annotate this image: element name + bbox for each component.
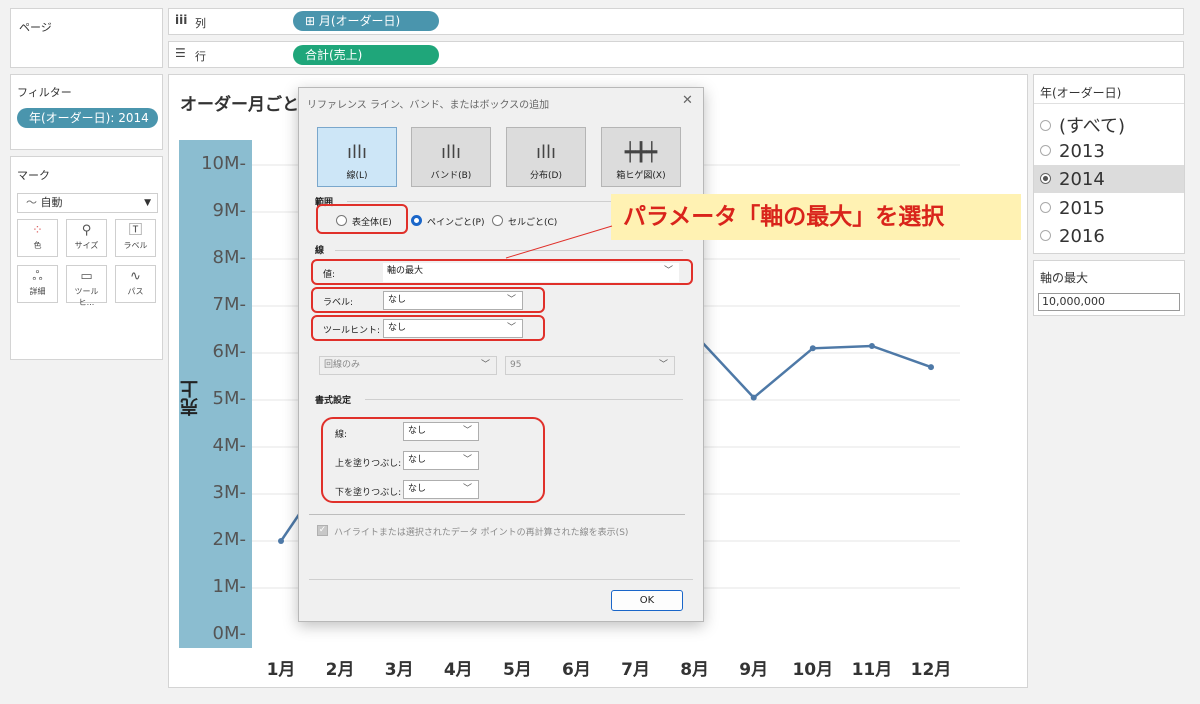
tableau-workspace: ページ iii 列 ⊞ 月(オーダー日) ☰ 行 合計(売上) フィルター 年(… (0, 0, 1200, 704)
callout-pointer (505, 225, 613, 259)
